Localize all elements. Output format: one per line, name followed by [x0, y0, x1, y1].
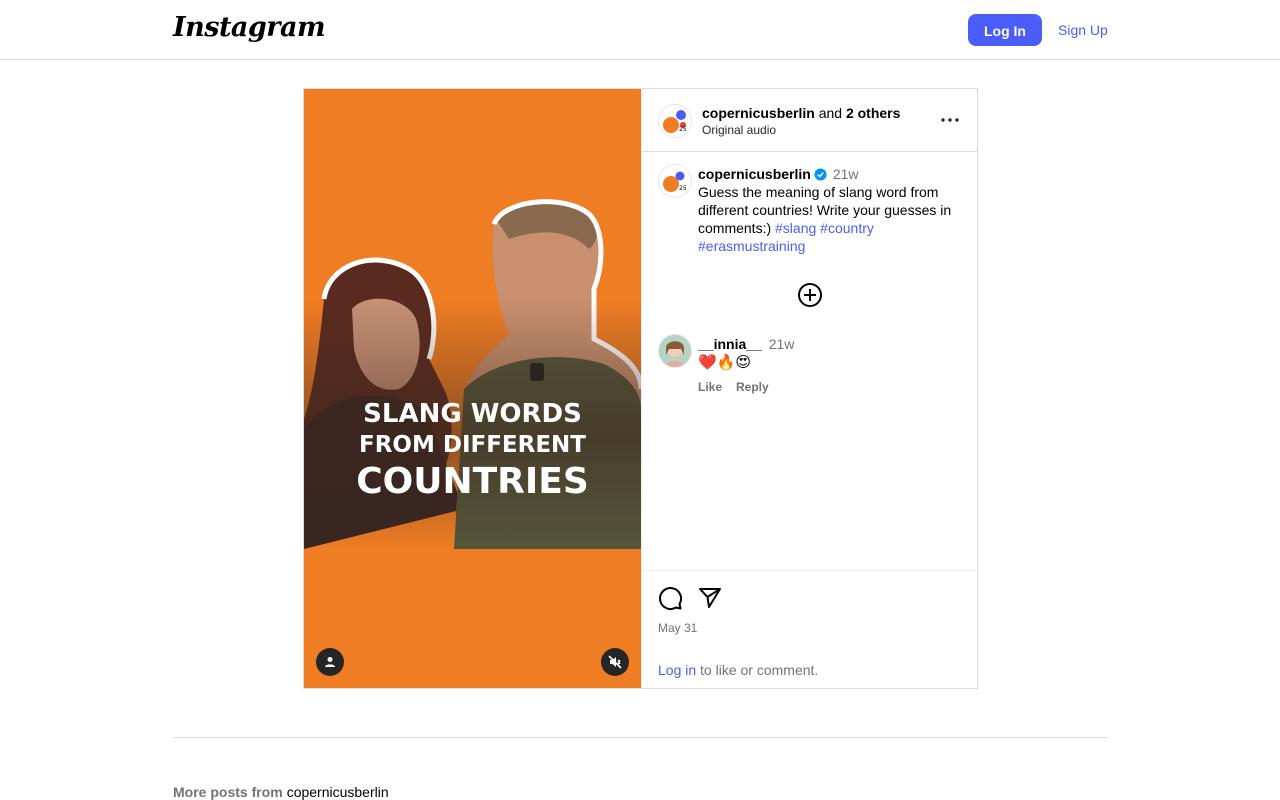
login-prompt-text: to like or comment.: [700, 662, 819, 678]
audio-label[interactable]: Original audio: [702, 123, 776, 137]
caption-author-avatar[interactable]: 25: [658, 164, 692, 198]
post-caption: copernicusberlin 21w Guess the meaning of…: [698, 165, 960, 255]
caption-username[interactable]: copernicusberlin: [698, 166, 811, 182]
overlay-line-3: COUNTRIES: [356, 461, 589, 502]
and-text: and: [818, 105, 843, 121]
commenter-avatar[interactable]: [658, 334, 692, 368]
share-icon[interactable]: [697, 585, 723, 611]
login-link[interactable]: Log in: [658, 662, 696, 678]
comment-like-button[interactable]: Like: [698, 380, 722, 394]
post-card: SLANG WORDS FROM DIFFERENT COUNTRIES 25 …: [303, 88, 978, 689]
svg-text:25: 25: [679, 185, 687, 192]
more-posts-label: More posts from: [173, 784, 283, 800]
reel-video[interactable]: SLANG WORDS FROM DIFFERENT COUNTRIES: [304, 89, 641, 688]
caption-timestamp[interactable]: 21w: [833, 166, 859, 182]
hashtag-country[interactable]: #country: [820, 220, 874, 236]
post-authors: copernicusberlin and 2 others: [702, 105, 900, 121]
instagram-logo[interactable]: Instagram: [173, 12, 326, 43]
more-posts-heading: More posts from copernicusberlin: [173, 784, 389, 800]
hashtag-slang[interactable]: #slang: [775, 220, 816, 236]
author-avatar[interactable]: 25: [658, 104, 692, 138]
post-side-panel: 25 copernicusberlin and 2 others Origina…: [641, 89, 978, 688]
more-posts-username[interactable]: copernicusberlin: [287, 784, 389, 800]
section-divider: [173, 737, 1108, 738]
overlay-line-1: SLANG WORDS: [363, 399, 582, 429]
overlay-line-2: FROM DIFFERENT: [358, 432, 586, 458]
author-username[interactable]: copernicusberlin: [702, 105, 815, 121]
verified-badge-icon: [814, 168, 827, 181]
more-options-icon[interactable]: [938, 111, 962, 129]
comment-icon[interactable]: [657, 585, 683, 611]
load-more-comments-icon[interactable]: [797, 282, 823, 308]
top-navigation-bar: Instagram Log In Sign Up: [0, 0, 1280, 60]
coauthors-link[interactable]: 2 others: [846, 105, 900, 121]
tagged-users-icon[interactable]: [316, 648, 344, 676]
comment-timestamp[interactable]: 21w: [769, 336, 795, 352]
post-actions-footer: May 31 Log in to like or comment.: [642, 570, 978, 689]
login-prompt: Log in to like or comment.: [658, 662, 818, 678]
login-button[interactable]: Log In: [968, 14, 1042, 46]
comment-text: ❤️🔥😍: [698, 354, 751, 371]
hashtag-erasmustraining[interactable]: #erasmustraining: [698, 238, 805, 254]
comment-item: __innia__ 21w ❤️🔥😍 Like Reply: [698, 335, 960, 396]
commenter-username[interactable]: __innia__: [698, 336, 762, 352]
post-date[interactable]: May 31: [658, 621, 697, 635]
post-header: 25 copernicusberlin and 2 others Origina…: [642, 89, 978, 152]
svg-text:25: 25: [679, 126, 687, 133]
signup-link[interactable]: Sign Up: [1058, 22, 1108, 38]
comment-actions: Like Reply: [698, 378, 960, 396]
audio-muted-icon[interactable]: [601, 648, 629, 676]
comment-reply-button[interactable]: Reply: [736, 380, 769, 394]
